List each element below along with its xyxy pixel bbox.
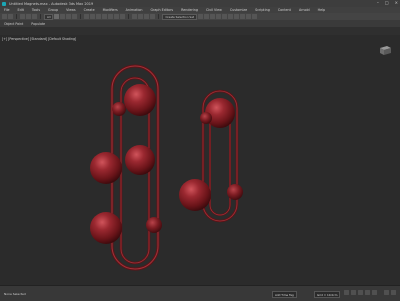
select-object-icon[interactable] [54, 14, 60, 19]
align-icon[interactable] [204, 14, 210, 19]
window-title: Untitled Magnets.max - Autodesk 3ds Max … [9, 1, 94, 6]
toolbar-divider [16, 14, 17, 19]
manipulate-icon[interactable] [120, 14, 126, 19]
toolbar-divider [128, 14, 130, 19]
previous-frame-icon[interactable] [351, 290, 356, 295]
window-controls: – □ × [377, 1, 398, 5]
app-icon[interactable] [2, 1, 6, 6]
redo-icon[interactable] [8, 14, 13, 19]
toggle-ribbon-icon[interactable] [216, 14, 222, 19]
rotate-icon[interactable] [90, 14, 96, 19]
go-to-start-icon[interactable] [344, 290, 349, 295]
main-toolbar: All Create Selection Set [0, 13, 400, 20]
perspective-viewport[interactable] [0, 35, 400, 285]
reference-coordinate-icon[interactable] [108, 14, 114, 19]
move-icon[interactable] [84, 14, 90, 19]
add-time-tag-button[interactable]: Add Time Tag [272, 291, 297, 298]
link-icon[interactable] [20, 14, 25, 19]
ribbon-tabs: Object Paint Populate [0, 20, 400, 27]
undo-icon[interactable] [2, 14, 7, 19]
menu-group[interactable]: Group [44, 8, 62, 12]
menu-civil-view[interactable]: Civil View [202, 8, 226, 12]
maximize-icon[interactable]: □ [385, 1, 389, 5]
menu-file[interactable]: File [0, 8, 14, 12]
rendered-frame-window-icon[interactable] [246, 14, 252, 19]
toolbar-divider [80, 14, 82, 19]
percent-snap-icon[interactable] [144, 14, 150, 19]
grid-readout: Grid = 10.0cm [314, 291, 341, 298]
zoom-icon[interactable] [384, 290, 389, 295]
schematic-view-icon[interactable] [228, 14, 234, 19]
go-to-end-icon[interactable] [372, 290, 377, 295]
menu-edit[interactable]: Edit [14, 8, 28, 12]
selection-status: None Selected [4, 292, 26, 296]
menu-arnold[interactable]: Arnold [295, 8, 314, 12]
render-setup-icon[interactable] [240, 14, 246, 19]
curve-editor-icon[interactable] [222, 14, 228, 19]
snap-toggle-icon[interactable] [132, 14, 138, 19]
title-bar: Untitled Magnets.max - Autodesk 3ds Max … [0, 0, 400, 7]
named-selection-dropdown[interactable]: Create Selection Set [162, 13, 198, 20]
close-icon[interactable]: × [395, 1, 398, 5]
material-editor-icon[interactable] [234, 14, 240, 19]
viewcube-icon[interactable] [378, 44, 392, 56]
unlink-icon[interactable] [26, 14, 31, 19]
menu-rendering[interactable]: Rendering [177, 8, 202, 12]
next-frame-icon[interactable] [365, 290, 370, 295]
minimize-icon[interactable]: – [377, 1, 379, 5]
render-production-icon[interactable] [252, 14, 258, 19]
tab-object-paint[interactable]: Object Paint [0, 22, 27, 26]
pan-icon[interactable] [391, 290, 396, 295]
scale-icon[interactable] [96, 14, 102, 19]
viewport-label[interactable]: [+] [Perspective] [Standard] [Default Sh… [2, 37, 76, 41]
select-by-name-icon[interactable] [60, 14, 66, 19]
window-crossing-icon[interactable] [72, 14, 78, 19]
toolbar-divider [40, 14, 41, 19]
menu-modifiers[interactable]: Modifiers [99, 8, 122, 12]
selection-filter-dropdown[interactable]: All [44, 13, 54, 20]
pivot-center-icon[interactable] [114, 14, 120, 19]
menu-customize[interactable]: Customize [226, 8, 251, 12]
menu-tools[interactable]: Tools [28, 8, 44, 12]
menu-animation[interactable]: Animation [122, 8, 147, 12]
spinner-snap-icon[interactable] [150, 14, 156, 19]
bind-spacewarp-icon[interactable] [32, 14, 37, 19]
mirror-icon[interactable] [198, 14, 204, 19]
angle-snap-icon[interactable] [138, 14, 144, 19]
play-icon[interactable] [358, 290, 363, 295]
layer-explorer-icon[interactable] [210, 14, 216, 19]
menu-help[interactable]: Help [314, 8, 330, 12]
menu-graph-editors[interactable]: Graph Editors [146, 8, 177, 12]
tab-populate[interactable]: Populate [27, 22, 49, 26]
menu-scripting[interactable]: Scripting [251, 8, 274, 12]
menu-views[interactable]: Views [62, 8, 80, 12]
toolbar-divider [158, 14, 160, 19]
scene-render [90, 64, 243, 271]
menu-create[interactable]: Create [80, 8, 99, 12]
rectangular-selection-icon[interactable] [66, 14, 72, 19]
menu-content[interactable]: Content [274, 8, 295, 12]
place-icon[interactable] [102, 14, 108, 19]
